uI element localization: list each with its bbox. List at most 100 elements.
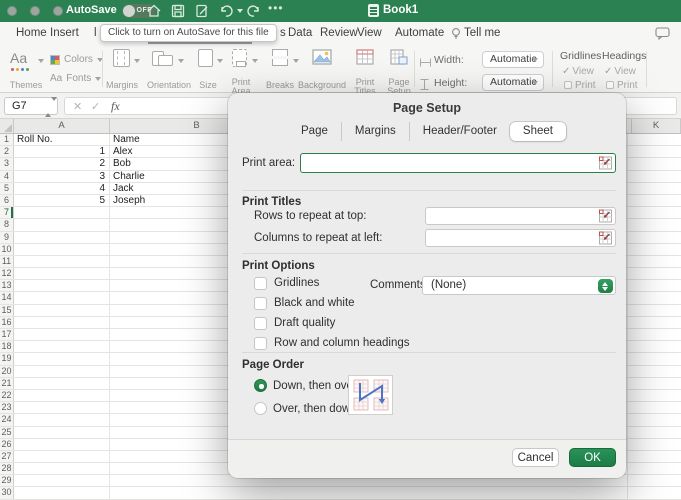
row-header[interactable]: 4: [0, 171, 14, 182]
redo-icon[interactable]: [246, 3, 263, 19]
print-area-icon[interactable]: [232, 49, 247, 67]
cell[interactable]: [628, 219, 677, 230]
checkbox-icon[interactable]: [254, 317, 267, 330]
save-icon[interactable]: [170, 3, 187, 19]
cell[interactable]: [14, 451, 110, 462]
orientation-button[interactable]: Orientation: [144, 81, 194, 90]
print-area-input[interactable]: [300, 153, 616, 173]
cell[interactable]: [628, 475, 677, 486]
row-header[interactable]: 7: [0, 207, 14, 218]
gridlines-view-checkbox[interactable]: ✓View: [562, 66, 594, 77]
tab-sheet[interactable]: Sheet: [510, 122, 566, 141]
cell[interactable]: [628, 280, 677, 291]
tab-page[interactable]: Page: [288, 122, 341, 141]
cancel-entry-icon[interactable]: ✕: [73, 100, 82, 113]
cell[interactable]: [628, 378, 677, 389]
cell[interactable]: [14, 232, 110, 243]
size-icon[interactable]: [198, 49, 213, 67]
row-header[interactable]: 30: [0, 487, 14, 498]
row-header[interactable]: 27: [0, 451, 14, 462]
row-header[interactable]: 25: [0, 427, 14, 438]
cell[interactable]: [628, 451, 677, 462]
checkbox-icon[interactable]: [254, 277, 267, 290]
share-icon[interactable]: [194, 3, 211, 19]
tab-review[interactable]: Review: [320, 27, 358, 39]
cell[interactable]: [628, 427, 677, 438]
cell[interactable]: [628, 195, 677, 206]
cell[interactable]: [14, 427, 110, 438]
cell[interactable]: [14, 256, 110, 267]
row-header[interactable]: 19: [0, 353, 14, 364]
range-picker-icon[interactable]: [599, 232, 612, 245]
cell[interactable]: [14, 207, 110, 218]
name-box-stepper-icon[interactable]: [45, 101, 53, 113]
cell[interactable]: [14, 244, 110, 255]
ok-button[interactable]: OK: [569, 448, 616, 467]
row-header[interactable]: 1: [0, 134, 14, 145]
headings-view-checkbox[interactable]: ✓View: [604, 66, 636, 77]
column-header-a[interactable]: A: [14, 119, 110, 133]
checkbox-draft-quality[interactable]: Draft quality: [254, 316, 410, 330]
row-header[interactable]: 2: [0, 146, 14, 157]
row-header[interactable]: 12: [0, 268, 14, 279]
cell[interactable]: [628, 292, 677, 303]
print-area-caret-icon[interactable]: [252, 59, 258, 63]
radio-over-then-down[interactable]: Over, then down: [254, 401, 357, 416]
gridlines-print-checkbox[interactable]: Print: [564, 80, 596, 91]
row-header[interactable]: 9: [0, 232, 14, 243]
select-all-corner[interactable]: [0, 119, 14, 133]
cell[interactable]: [628, 232, 677, 243]
cell[interactable]: Roll No.: [14, 134, 110, 145]
margins-caret-icon[interactable]: [134, 59, 140, 63]
theme-fonts-button[interactable]: Aa Fonts: [50, 73, 101, 84]
cell[interactable]: [14, 378, 110, 389]
column-header-k[interactable]: K: [632, 119, 681, 133]
cell[interactable]: [628, 463, 677, 474]
breaks-button[interactable]: Breaks: [260, 81, 300, 90]
tab-view[interactable]: View: [357, 27, 382, 39]
cell[interactable]: [628, 341, 677, 352]
row-header[interactable]: 23: [0, 402, 14, 413]
tab-automate[interactable]: Automate: [395, 27, 444, 39]
comments-select[interactable]: (None): [422, 276, 616, 295]
row-header[interactable]: 5: [0, 183, 14, 194]
cell[interactable]: [628, 402, 677, 413]
tab-insert[interactable]: Insert: [50, 27, 79, 39]
orientation-caret-icon[interactable]: [178, 59, 184, 63]
dropdown-stepper-icon[interactable]: [598, 279, 613, 293]
undo-icon[interactable]: [218, 3, 235, 19]
headings-print-checkbox[interactable]: Print: [606, 80, 638, 91]
orientation-icon[interactable]: [152, 49, 176, 69]
tab-home[interactable]: Home: [16, 27, 47, 39]
name-box[interactable]: G7: [4, 97, 58, 115]
cell[interactable]: [628, 158, 677, 169]
cell[interactable]: [14, 463, 110, 474]
width-select[interactable]: Automatic: [482, 51, 544, 68]
row-header[interactable]: 24: [0, 414, 14, 425]
radio-down-then-over[interactable]: Down, then over: [254, 378, 357, 393]
row-header[interactable]: 29: [0, 475, 14, 486]
cell[interactable]: [628, 317, 677, 328]
cell[interactable]: 5: [14, 195, 110, 206]
cell[interactable]: 2: [14, 158, 110, 169]
row-header[interactable]: 6: [0, 195, 14, 206]
row-header[interactable]: 3: [0, 158, 14, 169]
tab-tell-me[interactable]: Tell me: [464, 27, 500, 39]
cell[interactable]: [628, 244, 677, 255]
print-titles-icon[interactable]: [356, 49, 374, 70]
cell[interactable]: [628, 256, 677, 267]
row-header[interactable]: 21: [0, 378, 14, 389]
cell[interactable]: [14, 268, 110, 279]
checkbox-icon[interactable]: [254, 297, 267, 310]
row-header[interactable]: 10: [0, 244, 14, 255]
row-header[interactable]: 15: [0, 305, 14, 316]
cell[interactable]: [628, 268, 677, 279]
cell[interactable]: [110, 487, 628, 498]
cell[interactable]: [628, 146, 677, 157]
cell[interactable]: [14, 341, 110, 352]
cell[interactable]: [14, 329, 110, 340]
row-header[interactable]: 20: [0, 366, 14, 377]
row-header[interactable]: 18: [0, 341, 14, 352]
range-picker-icon[interactable]: [599, 210, 612, 223]
cell[interactable]: [14, 353, 110, 364]
